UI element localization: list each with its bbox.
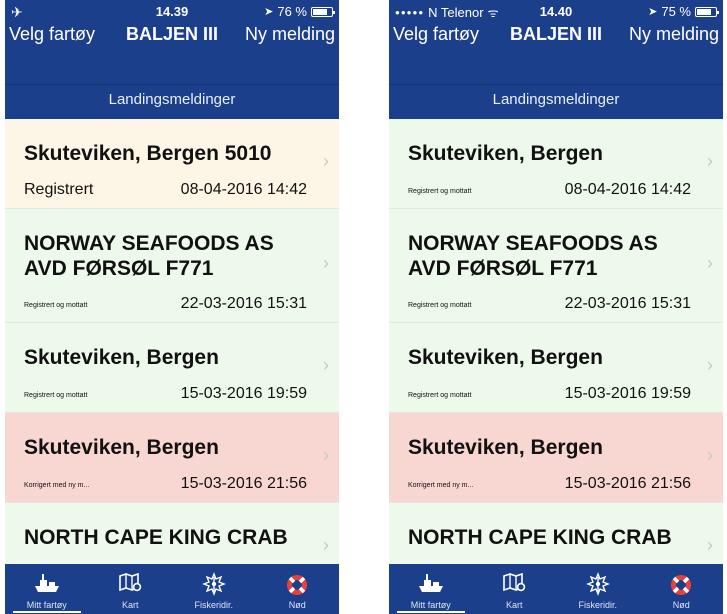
tab-map[interactable]: Kart — [473, 564, 557, 614]
status-bar: ●●●●● N Telenor ᯤ 14.40 ➤ 75 % — [389, 0, 723, 22]
chevron-right-icon: › — [707, 535, 713, 555]
list-item-date: 08-04-2016 14:42 — [180, 181, 307, 198]
list-item[interactable]: NORWAY SEAFOODS AS AVD FØRSØL F771 Regist… — [5, 209, 339, 323]
tab-lifebuoy[interactable]: Nød — [256, 564, 340, 614]
list-item-status: Registrert og mottatt — [408, 302, 472, 309]
app-header: ✈ᯤ14.39➤76 %Velg fartøyBALJEN IIINy meld… — [5, 0, 339, 119]
tab-boat[interactable]: Mitt fartøy — [389, 564, 473, 614]
chevron-right-icon: › — [323, 535, 329, 555]
tab-label: Mitt fartøy — [410, 600, 451, 610]
tab-emblem[interactable]: Fiskeridir. — [172, 564, 256, 614]
list-item-title: Skuteviken, Bergen — [24, 436, 219, 459]
tab-label: Nød — [288, 600, 306, 610]
phone-screen-left: ✈ᯤ14.39➤76 %Velg fartøyBALJEN IIINy meld… — [5, 0, 339, 614]
app-header: ●●●●● N Telenor ᯤ 14.40 ➤ 75 % Velg fartøy BALJ… — [389, 0, 723, 119]
list-item[interactable]: Skuteviken, Bergen Korrigert med ny m... 1… — [389, 413, 723, 503]
list-item-date: 15-03-2016 19:59 — [564, 385, 691, 402]
battery-percent: 76 % — [277, 4, 307, 19]
list-item[interactable]: NORTH CAPE KING CRAB › — [389, 503, 723, 564]
phone-screen-right: ●●●●● N Telenor ᯤ 14.40 ➤ 75 % Velg fartøy BALJ… — [389, 0, 723, 614]
list-item-title: Skuteviken, Bergen — [408, 346, 603, 369]
battery-percent: 75 % — [661, 4, 691, 19]
section-title: Landingsmeldinger — [389, 84, 723, 119]
chevron-right-icon: › — [707, 151, 713, 171]
list-item-status: Registrert — [24, 181, 94, 198]
tab-label: Kart — [505, 600, 523, 610]
new-message-button[interactable]: Ny melding — [245, 24, 335, 45]
list-item-title: NORWAY SEAFOODS AS AVD FØRSØL F771 — [24, 232, 274, 280]
tab-bar: Mitt fartøy Kart Fiskeridir. Nød — [5, 564, 339, 614]
list-item-date: 22-03-2016 15:31 — [180, 295, 307, 312]
list-item[interactable]: Skuteviken, Bergen Registrert og mottatt 1… — [389, 323, 723, 413]
list-item[interactable]: NORTH CAPE KING CRAB › — [5, 503, 339, 564]
list-item-date: 08-04-2016 14:42 — [564, 181, 691, 198]
new-message-button[interactable]: Ny melding — [629, 24, 719, 45]
chevron-right-icon: › — [323, 445, 329, 465]
chevron-right-icon: › — [707, 253, 713, 273]
list-item-status: Registrert og mottatt — [408, 392, 472, 399]
list-item-title: NORTH CAPE KING CRAB — [24, 526, 288, 549]
tab-boat[interactable]: Mitt fartøy — [5, 564, 89, 614]
list-item-status: Registrert og mottatt — [24, 302, 88, 309]
tab-label: Fiskeridir. — [578, 600, 617, 610]
list-item-status: Registrert og mottatt — [408, 188, 472, 195]
tab-label: Mitt fartøy — [26, 600, 67, 610]
chevron-right-icon: › — [323, 355, 329, 375]
list-item[interactable]: Skuteviken, Bergen Korrigert med ny m... 1… — [5, 413, 339, 503]
landing-messages-list[interactable]: Skuteviken, Bergen Registrert og mottatt 0… — [389, 119, 723, 564]
list-item-date: 15-03-2016 21:56 — [564, 475, 691, 492]
list-item[interactable]: Skuteviken, Bergen Registrert og mottatt 0… — [389, 119, 723, 209]
location-arrow-icon: ➤ — [648, 6, 658, 18]
chevron-right-icon: › — [707, 445, 713, 465]
section-title: Landingsmeldinger — [5, 84, 339, 119]
chevron-right-icon: › — [707, 355, 713, 375]
tab-label: Nød — [672, 600, 690, 610]
tab-lifebuoy[interactable]: Nød — [640, 564, 724, 614]
list-item[interactable]: NORWAY SEAFOODS AS AVD FØRSØL F771 Regist… — [389, 209, 723, 323]
tab-label: Kart — [121, 600, 139, 610]
list-item-status: Korrigert med ny m... — [408, 482, 474, 489]
list-item-date: 15-03-2016 19:59 — [180, 385, 307, 402]
landing-messages-list[interactable]: Skuteviken, Bergen 5010 Registrert 08-04-2… — [5, 119, 339, 564]
list-item-status: Korrigert med ny m... — [24, 482, 90, 489]
list-item-status: Registrert og mottatt — [24, 392, 88, 399]
list-item-title: Skuteviken, Bergen — [408, 142, 603, 165]
list-item[interactable]: Skuteviken, Bergen 5010 Registrert 08-04-2… — [5, 119, 339, 209]
select-vessel-button[interactable]: Velg fartøy — [393, 24, 479, 45]
list-item-title: Skuteviken, Bergen — [408, 436, 603, 459]
tab-emblem[interactable]: Fiskeridir. — [556, 564, 640, 614]
list-item-title: NORWAY SEAFOODS AS AVD FØRSØL F771 — [408, 232, 658, 280]
battery-icon — [695, 6, 719, 17]
tab-bar: Mitt fartøy Kart Fiskeridir. Nød — [389, 564, 723, 614]
list-item-date: 22-03-2016 15:31 — [564, 295, 691, 312]
list-item-title: Skuteviken, Bergen 5010 — [24, 142, 272, 165]
chevron-right-icon: › — [323, 253, 329, 273]
select-vessel-button[interactable]: Velg fartøy — [9, 24, 95, 45]
status-bar: ✈ᯤ14.39➤76 % — [5, 0, 339, 22]
location-arrow-icon: ➤ — [264, 6, 274, 18]
battery-icon — [311, 6, 335, 17]
list-item-title: Skuteviken, Bergen — [24, 346, 219, 369]
list-item-date: 15-03-2016 21:56 — [180, 475, 307, 492]
list-item[interactable]: Skuteviken, Bergen Registrert og mottatt 1… — [5, 323, 339, 413]
chevron-right-icon: › — [323, 151, 329, 171]
tab-label: Fiskeridir. — [194, 600, 233, 610]
list-item-title: NORTH CAPE KING CRAB — [408, 526, 672, 549]
tab-map[interactable]: Kart — [89, 564, 173, 614]
